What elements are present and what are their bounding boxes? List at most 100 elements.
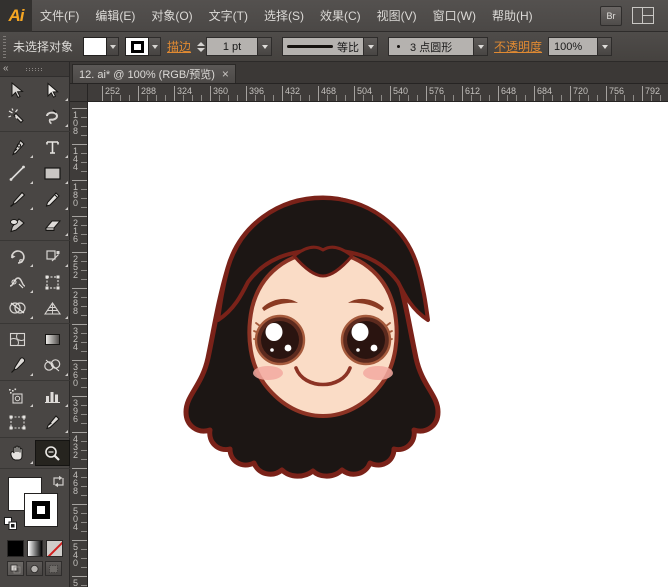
stroke-swatch-group[interactable] [125, 37, 161, 56]
close-icon[interactable]: × [222, 68, 229, 80]
mesh-tool[interactable] [0, 326, 35, 352]
shape-builder-tool[interactable] [0, 295, 35, 321]
default-fill-stroke-icon[interactable] [4, 517, 17, 530]
gradient-mode-button[interactable] [27, 540, 44, 557]
ruler-minor-tick [81, 513, 87, 514]
artboard-tool[interactable] [0, 409, 35, 435]
hand-tool[interactable] [0, 440, 35, 466]
stroke-weight-arrows[interactable] [197, 42, 205, 52]
blend-tool[interactable] [35, 352, 70, 378]
scale-tool[interactable] [35, 243, 70, 269]
ruler-label: 324 [177, 86, 192, 96]
menu-select[interactable]: 选择(S) [256, 0, 312, 32]
paintbrush-tool[interactable] [0, 186, 35, 212]
ruler-minor-tick [81, 135, 87, 136]
ruler-minor-tick [81, 351, 87, 352]
increase-icon[interactable] [197, 42, 205, 46]
symbol-sprayer-tool[interactable] [0, 383, 35, 409]
menu-edit[interactable]: 编辑(E) [87, 0, 143, 32]
stroke-swatch[interactable] [125, 37, 149, 56]
menu-window[interactable]: 窗口(W) [425, 0, 484, 32]
color-mode-button[interactable] [7, 540, 24, 557]
stroke-weight-spinner[interactable]: 1 pt [197, 37, 272, 56]
menu-effect[interactable]: 效果(C) [312, 0, 369, 32]
document-tab[interactable]: 12. ai* @ 100% (RGB/预览) × [72, 64, 236, 83]
menu-file[interactable]: 文件(F) [32, 0, 87, 32]
ruler-minor-tick [81, 171, 87, 172]
free-transform-tool[interactable] [35, 269, 70, 295]
horizontal-ruler[interactable]: 2522883243603964324685045405766126486847… [88, 84, 668, 102]
stroke-preview-line [287, 45, 333, 48]
swap-fill-stroke-icon[interactable] [52, 475, 65, 488]
variable-width-profile[interactable]: 3 点圆形 [388, 37, 474, 56]
ruler-minor-tick [165, 95, 166, 101]
ruler-label: 252 [105, 86, 120, 96]
stroke-panel-link[interactable]: 描边 [161, 38, 197, 55]
stroke-swatch-dropdown[interactable] [149, 37, 161, 56]
draw-behind-button[interactable] [26, 561, 43, 576]
rectangle-tool[interactable] [35, 160, 70, 186]
draw-normal-button[interactable] [7, 561, 24, 576]
ruler-corner[interactable] [70, 84, 88, 102]
width-tool[interactable] [0, 269, 35, 295]
pen-tool[interactable] [0, 134, 35, 160]
ruler-minor-tick [579, 95, 580, 101]
vertical-ruler[interactable]: 1081441802162522883243603964324685045405… [70, 102, 88, 587]
blob-brush-tool[interactable] [0, 212, 35, 238]
line-segment-tool[interactable] [0, 160, 35, 186]
tools-panel-grip[interactable] [26, 67, 44, 72]
ruler-minor-tick [228, 95, 229, 101]
menu-help[interactable]: 帮助(H) [484, 0, 541, 32]
slice-tool[interactable] [35, 409, 70, 435]
magic-wand-tool[interactable] [0, 103, 35, 129]
artwork-girl-head[interactable] [168, 190, 478, 480]
stroke-weight-dropdown[interactable] [258, 37, 272, 56]
ruler-minor-tick [81, 414, 87, 415]
tool-separator [0, 240, 70, 241]
stroke-weight-field[interactable]: 1 pt [206, 37, 258, 56]
ruler-label: 504 [71, 507, 80, 531]
eyedropper-tool[interactable] [0, 352, 35, 378]
opacity-dropdown[interactable] [598, 37, 612, 56]
workspace-switcher[interactable] [632, 7, 664, 24]
ruler-minor-tick [81, 369, 87, 370]
ruler-minor-tick [192, 95, 193, 101]
zoom-tool[interactable] [35, 440, 70, 466]
draw-inside-button[interactable] [45, 561, 62, 576]
opacity-panel-link[interactable]: 不透明度 [488, 38, 548, 55]
column-graph-tool[interactable] [35, 383, 70, 409]
ruler-minor-tick [561, 95, 562, 101]
menu-view[interactable]: 视图(V) [369, 0, 425, 32]
control-bar-grip[interactable] [0, 32, 9, 62]
variable-width-profile-dropdown[interactable] [474, 37, 488, 56]
lasso-tool[interactable] [35, 103, 70, 129]
direct-selection-tool[interactable] [35, 77, 70, 103]
bridge-button[interactable]: Br [600, 6, 622, 26]
fill-swatch[interactable] [83, 37, 107, 56]
selection-tool[interactable] [0, 77, 35, 103]
menu-type[interactable]: 文字(T) [201, 0, 256, 32]
brush-definition-preview[interactable]: 等比 [282, 37, 364, 56]
collapse-icon[interactable]: « [3, 63, 9, 74]
brush-definition-dropdown[interactable] [364, 37, 378, 56]
gradient-tool[interactable] [35, 326, 70, 352]
fill-swatch-group[interactable] [83, 37, 119, 56]
eraser-tool[interactable] [35, 212, 70, 238]
rotate-tool[interactable] [0, 243, 35, 269]
ruler-tick [72, 504, 87, 505]
type-tool[interactable] [35, 134, 70, 160]
toolbar-stroke-swatch[interactable] [24, 493, 58, 527]
fill-swatch-dropdown[interactable] [107, 37, 119, 56]
menu-object[interactable]: 对象(O) [143, 0, 200, 32]
tool-separator [0, 323, 70, 324]
bridge-label: Br [607, 11, 616, 21]
decrease-icon[interactable] [197, 48, 205, 52]
none-mode-button[interactable] [46, 540, 63, 557]
ruler-label: 540 [393, 86, 408, 96]
opacity-field[interactable]: 100% [548, 37, 598, 56]
ruler-label: 216 [71, 219, 80, 243]
pencil-tool[interactable] [35, 186, 70, 212]
perspective-grid-tool[interactable] [35, 295, 70, 321]
ruler-minor-tick [435, 95, 436, 101]
artboard-canvas[interactable] [88, 102, 668, 587]
